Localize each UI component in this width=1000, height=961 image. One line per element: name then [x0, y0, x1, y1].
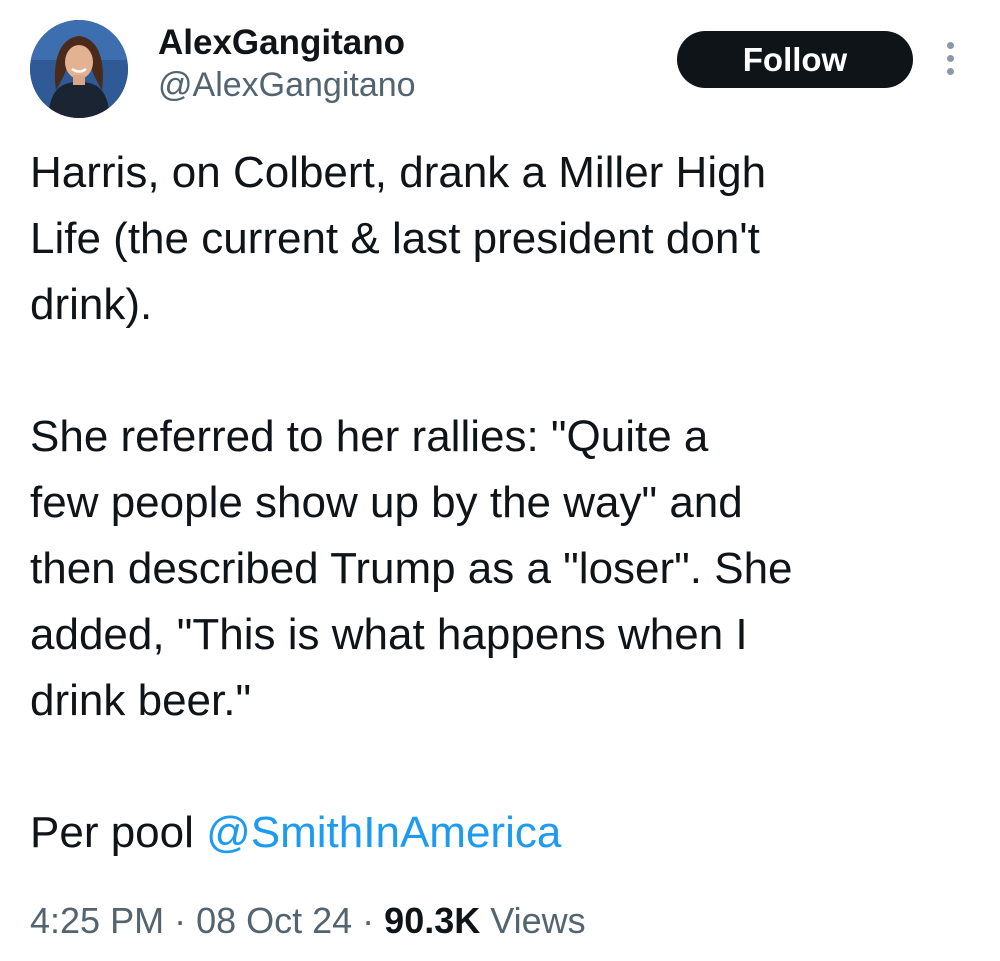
per-pool-text: Per pool	[30, 808, 207, 857]
meta-separator: ·	[164, 900, 197, 941]
follow-button[interactable]: Follow	[677, 31, 913, 88]
tweet-paragraph-2: She referred to her rallies: "Quite a fe…	[30, 412, 793, 725]
views-label: Views	[480, 900, 586, 941]
tweet-date[interactable]: 08 Oct 24	[196, 900, 352, 941]
views-count[interactable]: 90.3K	[384, 900, 480, 941]
tweet-paragraph-1: Harris, on Colbert, drank a Miller High …	[30, 148, 767, 329]
meta-separator: ·	[352, 900, 385, 941]
tweet-time[interactable]: 4:25 PM	[30, 900, 164, 941]
tweet-card: AlexGangitano @AlexGangitano Follow Harr…	[0, 0, 1000, 961]
avatar-image	[30, 20, 128, 118]
avatar[interactable]	[30, 20, 128, 118]
author-handle[interactable]: @AlexGangitano	[158, 64, 416, 106]
tweet-meta: 4:25 PM · 08 Oct 24 · 90.3K Views	[30, 893, 586, 949]
more-vertical-icon[interactable]	[942, 42, 958, 82]
tweet-text: Harris, on Colbert, drank a Miller High …	[30, 140, 970, 866]
author-display-name[interactable]: AlexGangitano	[158, 22, 416, 64]
tweet-header: AlexGangitano @AlexGangitano Follow	[30, 20, 970, 120]
tweet-paragraph-3: Per pool @SmithInAmerica	[30, 800, 970, 866]
author-names: AlexGangitano @AlexGangitano	[158, 22, 416, 106]
mention-link[interactable]: @SmithInAmerica	[206, 808, 561, 857]
